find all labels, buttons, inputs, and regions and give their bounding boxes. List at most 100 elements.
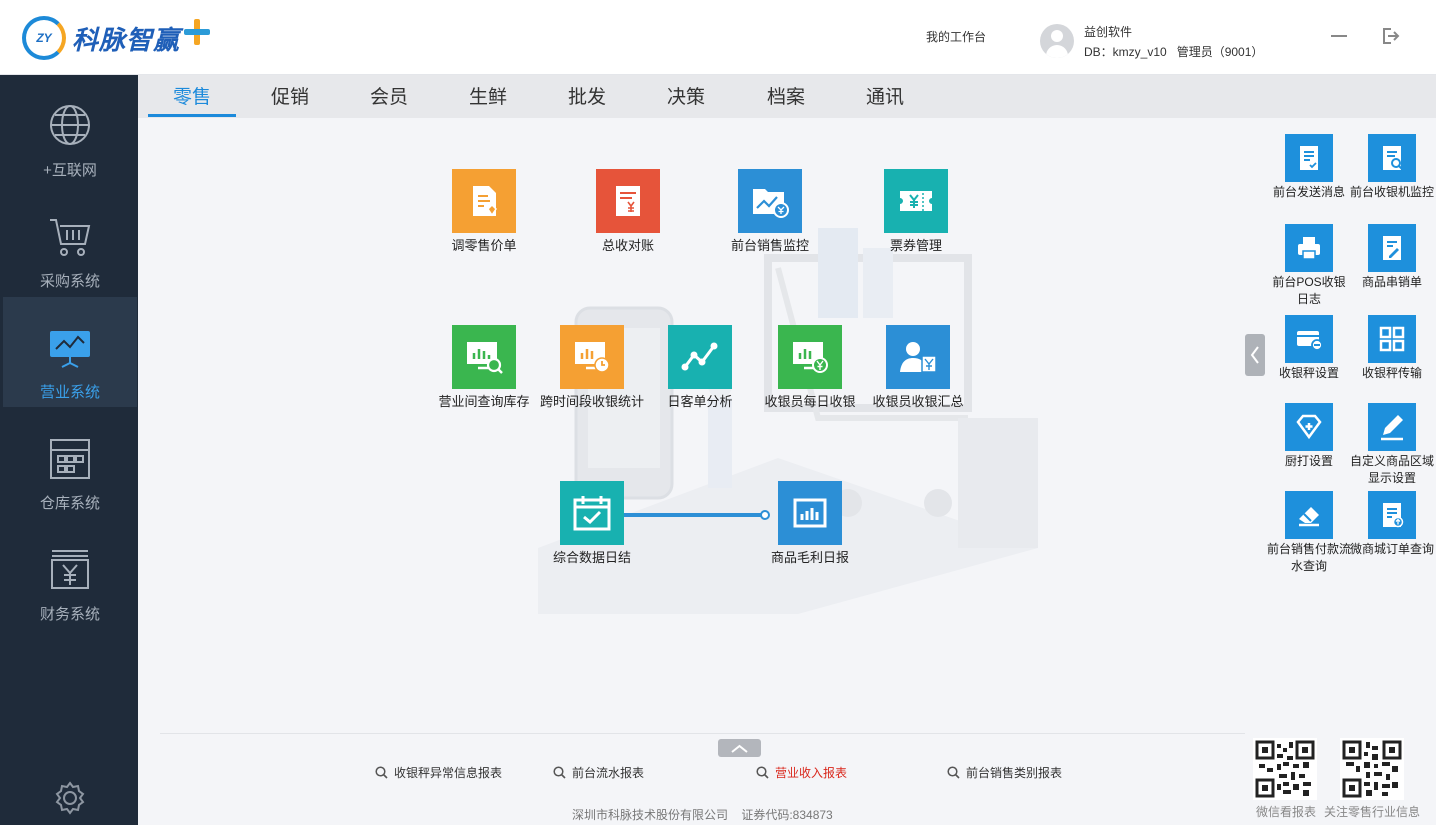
- quick-label: 自定义商品区域显示设置: [1350, 454, 1435, 485]
- module-ticket-management[interactable]: 票券管理: [861, 169, 971, 255]
- module-tile: [884, 169, 948, 233]
- quick-label: 前台销售付款流水查询: [1267, 542, 1352, 573]
- module-label: 营业间查询库存: [438, 394, 530, 409]
- module-label: 总收对账: [601, 238, 654, 253]
- grid-four-icon: [1379, 326, 1405, 352]
- company-name: 益创软件: [1084, 25, 1133, 39]
- calendar-check-icon: [573, 496, 611, 531]
- expand-reports-button[interactable]: [718, 739, 761, 757]
- logout-button[interactable]: [1380, 26, 1400, 46]
- quick-scale-settings[interactable]: 收银秤设置: [1267, 315, 1351, 382]
- sidebar-item-internet[interactable]: +互联网: [3, 75, 137, 185]
- module-cashier-daily[interactable]: 收银员每日收银: [755, 325, 865, 411]
- tab-member[interactable]: 会员: [345, 75, 433, 118]
- eraser-icon: [1299, 507, 1319, 527]
- sidebar-item-purchase[interactable]: 采购系统: [3, 186, 137, 296]
- module-query-stock[interactable]: 营业间查询库存: [429, 325, 539, 411]
- report-scale-exception[interactable]: 收银秤异常信息报表: [375, 764, 502, 781]
- message-document-icon: [1300, 146, 1318, 170]
- quick-tile: [1368, 491, 1416, 539]
- quick-label: 微商城订单查询: [1350, 542, 1435, 556]
- cart-icon: [50, 219, 91, 256]
- module-tile: [596, 169, 660, 233]
- quick-scale-transfer[interactable]: 收银秤传输: [1350, 315, 1434, 382]
- module-label: 调零售价单: [451, 238, 517, 253]
- sidebar-item-finance[interactable]: 财务系统: [3, 519, 137, 629]
- report-sales-category[interactable]: 前台销售类别报表: [947, 764, 1062, 781]
- quick-tile: [1285, 134, 1333, 182]
- tab-fresh[interactable]: 生鲜: [444, 75, 532, 118]
- quick-label: 收银秤传输: [1361, 366, 1422, 380]
- sidebar-item-label: 采购系统: [39, 273, 100, 290]
- diamond-tag-icon: [1296, 414, 1322, 440]
- module-front-sales-monitor[interactable]: 前台销售监控: [715, 169, 825, 255]
- module-cross-period-stats[interactable]: 跨时间段收银统计: [537, 325, 647, 411]
- top-header: ZY 科脉智赢 我的工作台 益创软件 DB：kmzy_v10 管理员（9001）: [0, 0, 1436, 75]
- quick-cross-selling-order[interactable]: 商品串销单: [1350, 224, 1434, 291]
- quick-payment-flow-query[interactable]: 前台销售付款流水查询: [1267, 491, 1351, 575]
- report-front-flow[interactable]: 前台流水报表: [553, 764, 644, 781]
- quick-label: 商品串销单: [1361, 275, 1422, 289]
- db-info: DB：kmzy_v10 管理员（9001）: [1084, 45, 1264, 59]
- yen-ledger-icon: [51, 550, 89, 589]
- module-tile: [738, 169, 802, 233]
- tab-promotion[interactable]: 促销: [246, 75, 334, 118]
- gear-icon: [55, 781, 85, 815]
- module-adjust-retail-price[interactable]: 调零售价单: [429, 169, 539, 255]
- sidebar-item-business[interactable]: 营业系统: [3, 297, 137, 407]
- report-business-income[interactable]: 营业收入报表: [756, 764, 847, 781]
- avatar[interactable]: [1040, 24, 1074, 58]
- module-total-reconciliation[interactable]: 总收对账: [573, 169, 683, 255]
- newspaper-chart-icon: [793, 498, 827, 528]
- quick-pos-log[interactable]: 前台POS收银日志: [1267, 224, 1351, 308]
- collapse-panel-button[interactable]: [1245, 334, 1265, 376]
- minimize-button[interactable]: [1330, 26, 1348, 44]
- copyright-text: 深圳市科脉技术股份有限公司 证券代码:834873: [572, 808, 833, 822]
- module-gross-profit-daily[interactable]: 商品毛利日报: [755, 481, 865, 567]
- quick-cash-register-monitor[interactable]: 前台收银机监控: [1350, 134, 1434, 201]
- report-label: 前台流水报表: [572, 766, 645, 780]
- sidebar-item-label: 财务系统: [39, 606, 100, 623]
- sidebar-item-warehouse[interactable]: 仓库系统: [3, 408, 137, 518]
- quick-front-send-message[interactable]: 前台发送消息: [1267, 134, 1351, 201]
- tab-decision[interactable]: 决策: [642, 75, 730, 118]
- module-tile: [886, 325, 950, 389]
- price-document-icon: [473, 186, 497, 217]
- printer-icon: [1298, 237, 1320, 260]
- quick-tile: [1368, 134, 1416, 182]
- module-data-daily-close[interactable]: 综合数据日结: [537, 481, 647, 567]
- module-daily-ticket-analysis[interactable]: 日客单分析: [645, 325, 755, 411]
- quick-custom-area-display[interactable]: 自定义商品区域显示设置: [1350, 403, 1434, 487]
- quick-tile: [1368, 224, 1416, 272]
- tab-archive[interactable]: 档案: [742, 75, 830, 118]
- search-icon: [947, 766, 960, 779]
- monitor-search-icon: [467, 342, 503, 374]
- module-label: 日客单分析: [667, 394, 733, 409]
- quick-label: 收银秤设置: [1278, 366, 1339, 380]
- sidebar-item-label: 营业系统: [39, 384, 100, 401]
- module-tile: [668, 325, 732, 389]
- search-icon: [756, 766, 769, 779]
- tab-wholesale[interactable]: 批发: [543, 75, 631, 118]
- search-icon: [553, 766, 566, 779]
- settings-button[interactable]: [52, 780, 88, 821]
- module-tile: [778, 325, 842, 389]
- module-label: 跨时间段收银统计: [539, 394, 644, 409]
- module-label: 票券管理: [889, 238, 942, 253]
- quick-wechat-store-order-query[interactable]: 微商城订单查询: [1350, 491, 1434, 558]
- tab-communication[interactable]: 通讯: [841, 75, 929, 118]
- module-cashier-summary[interactable]: 收银员收银汇总: [863, 325, 973, 411]
- module-label: 综合数据日结: [552, 550, 631, 565]
- module-label: 收银员每日收银: [764, 394, 856, 409]
- tab-retail[interactable]: 零售: [148, 75, 236, 118]
- quick-tile: [1368, 315, 1416, 363]
- footer-divider: [160, 733, 1245, 734]
- document-edit-icon: [1383, 236, 1401, 260]
- globe-icon: [50, 105, 90, 145]
- presentation-board-icon: [50, 331, 90, 368]
- chevron-left-icon: [1250, 346, 1259, 364]
- module-tabs: 零售 促销 会员 生鲜 批发 决策 档案 通讯: [138, 75, 1436, 118]
- my-workbench-link[interactable]: 我的工作台: [926, 28, 986, 45]
- quick-kitchen-print-settings[interactable]: 厨打设置: [1267, 403, 1351, 470]
- brand-name: 科脉智赢: [72, 24, 181, 55]
